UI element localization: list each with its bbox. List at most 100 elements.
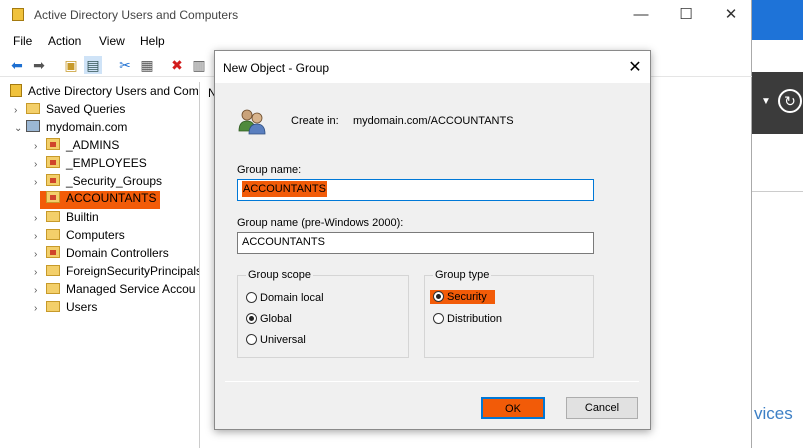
back-icon[interactable]: ⬅ <box>8 56 26 74</box>
folder-icon <box>46 265 60 276</box>
divider <box>752 191 803 192</box>
radio-circle-selected <box>246 313 257 324</box>
show-hide-tree-icon[interactable]: ▤ <box>84 56 102 74</box>
forward-icon[interactable]: ➡ <box>30 56 48 74</box>
radio-distribution[interactable]: Distribution <box>433 313 502 325</box>
console-tree: Active Directory Users and Com › Saved Qu… <box>0 82 200 448</box>
cancel-button[interactable]: Cancel <box>566 397 638 419</box>
chevron-right-icon[interactable]: › <box>34 285 46 296</box>
radio-circle <box>433 313 444 324</box>
folder-icon <box>46 301 60 312</box>
tree-item-accountants[interactable]: ACCOUNTANTS <box>40 191 160 209</box>
radio-global[interactable]: Global <box>246 313 292 325</box>
tree-item-domain-controllers[interactable]: › Domain Controllers <box>34 246 169 264</box>
tree-item-admins[interactable]: › _ADMINS <box>34 138 119 156</box>
tree-item-label: Computers <box>66 228 125 242</box>
dialog-title-bar: New Object - Group ✕ <box>215 51 650 83</box>
menu-bar: File Action View Help <box>0 31 752 51</box>
menu-view[interactable]: View <box>99 34 125 48</box>
ou-icon <box>46 156 60 168</box>
folder-icon <box>26 103 40 114</box>
pre2000-name-input[interactable]: ACCOUNTANTS <box>237 232 594 254</box>
pre2000-name-value: ACCOUNTANTS <box>242 236 325 248</box>
tree-item-label: _Security_Groups <box>66 174 163 188</box>
radio-label: Security <box>447 291 487 303</box>
divider <box>225 381 639 382</box>
folder-icon <box>46 283 60 294</box>
radio-security[interactable]: Security <box>430 290 495 304</box>
title-bar: Active Directory Users and Computers — ☐… <box>0 0 752 30</box>
tree-item-label: Users <box>66 300 98 314</box>
create-in-value: mydomain.com/ACCOUNTANTS <box>353 115 514 127</box>
chevron-right-icon[interactable]: › <box>34 267 46 278</box>
folder-icon <box>46 229 60 240</box>
tree-item-builtin[interactable]: › Builtin <box>34 210 99 228</box>
chevron-right-icon[interactable]: › <box>34 213 46 224</box>
tree-item-label: mydomain.com <box>46 120 128 134</box>
up-folder-icon[interactable]: ▣ <box>62 56 80 74</box>
tree-item-label: _ADMINS <box>66 138 120 152</box>
radio-circle <box>246 292 257 303</box>
menu-file[interactable]: File <box>13 34 32 48</box>
ok-button[interactable]: OK <box>481 397 545 419</box>
dialog-title: New Object - Group <box>223 61 330 75</box>
chevron-right-icon[interactable]: › <box>14 105 26 116</box>
tree-item-domain[interactable]: ⌄ mydomain.com <box>14 120 127 138</box>
tree-item-managed-service-accounts[interactable]: › Managed Service Accou <box>34 282 195 300</box>
chevron-right-icon[interactable]: › <box>34 177 46 188</box>
group-type-box: Group type Security Distribution <box>424 269 594 358</box>
refresh-icon[interactable]: ↻ <box>778 89 802 113</box>
domain-icon <box>26 120 40 132</box>
chevron-right-icon[interactable]: › <box>34 141 46 152</box>
details-pane <box>200 82 214 448</box>
radio-label: Global <box>260 313 292 325</box>
tree-item-label: Active Directory Users and Com <box>28 84 199 98</box>
chevron-down-icon[interactable]: ⌄ <box>14 123 26 134</box>
radio-circle <box>246 334 257 345</box>
maximize-button[interactable]: ☐ <box>675 5 697 25</box>
close-button[interactable]: ✕ <box>720 5 742 25</box>
radio-universal[interactable]: Universal <box>246 334 306 346</box>
delete-icon[interactable]: ✖ <box>168 56 186 74</box>
background-partial-text: vices <box>754 404 793 423</box>
tree-item-security-groups[interactable]: › _Security_Groups <box>34 174 162 192</box>
minimize-button[interactable]: — <box>630 5 652 25</box>
tree-item-label: Domain Controllers <box>66 246 169 260</box>
tree-item-computers[interactable]: › Computers <box>34 228 125 246</box>
tree-item-label: Managed Service Accou <box>66 282 196 296</box>
tree-item-label: ForeignSecurityPrincipals <box>66 264 200 278</box>
radio-label: Distribution <box>447 313 503 325</box>
window-title: Active Directory Users and Computers <box>34 8 239 22</box>
aduc-icon <box>10 84 22 97</box>
tree-item-saved-queries[interactable]: › Saved Queries <box>14 102 125 120</box>
background-window <box>752 0 803 448</box>
tree-item-foreign-security-principals[interactable]: › ForeignSecurityPrincipals <box>34 264 200 282</box>
radio-circle-selected <box>433 291 444 302</box>
copy-icon[interactable]: ▦ <box>138 56 156 74</box>
radio-domain-local[interactable]: Domain local <box>246 292 324 304</box>
tree-item-employees[interactable]: › _EMPLOYEES <box>34 156 147 174</box>
create-in-label: Create in: <box>291 115 339 127</box>
chevron-right-icon[interactable]: › <box>34 303 46 314</box>
chevron-right-icon[interactable]: › <box>34 249 46 260</box>
radio-label: Universal <box>260 334 306 346</box>
chevron-down-icon[interactable]: ▼ <box>761 96 771 107</box>
radio-label: Domain local <box>260 292 324 304</box>
group-name-input[interactable]: ACCOUNTANTS <box>237 179 594 201</box>
menu-action[interactable]: Action <box>48 34 81 48</box>
tree-item-label: Builtin <box>66 210 99 224</box>
tree-root[interactable]: Active Directory Users and Com <box>10 84 199 102</box>
chevron-right-icon[interactable]: › <box>34 231 46 242</box>
properties-icon[interactable]: ▥ <box>190 56 208 74</box>
menu-help[interactable]: Help <box>140 34 165 48</box>
background-toolbar: ▼ ↻ <box>752 72 803 134</box>
ou-icon <box>46 174 60 186</box>
close-icon[interactable]: ✕ <box>625 57 645 77</box>
group-scope-box: Group scope Domain local Global Universa… <box>237 269 409 358</box>
group-type-title: Group type <box>433 269 492 281</box>
cut-icon[interactable]: ✂ <box>116 56 134 74</box>
tree-item-users[interactable]: › Users <box>34 300 97 318</box>
tree-item-label: _EMPLOYEES <box>66 156 147 170</box>
aduc-app-icon <box>12 8 24 21</box>
chevron-right-icon[interactable]: › <box>34 159 46 170</box>
